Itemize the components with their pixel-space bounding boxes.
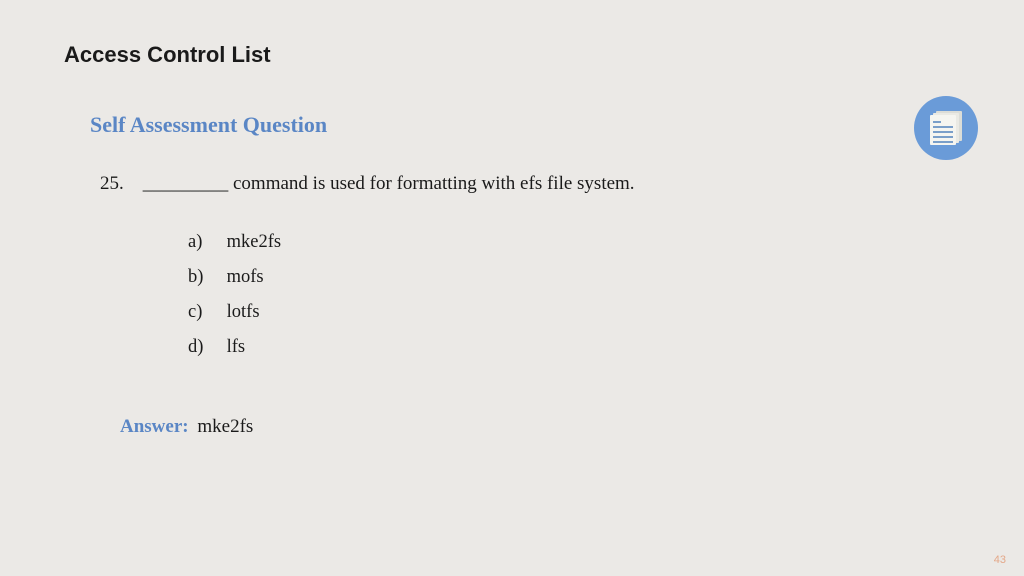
option-text: mofs — [227, 267, 264, 287]
answer-value: mke2fs — [197, 416, 253, 437]
option-letter: c) — [188, 302, 222, 323]
option-d: d) lfs — [188, 337, 281, 358]
page-title: Access Control List — [64, 42, 271, 68]
option-text: mke2fs — [227, 232, 281, 252]
section-title: Self Assessment Question — [90, 112, 327, 138]
page-number: 43 — [994, 554, 1006, 566]
answer-row: Answer: mke2fs — [120, 416, 253, 438]
option-letter: a) — [188, 232, 222, 253]
option-text: lotfs — [227, 302, 260, 322]
option-letter: d) — [188, 337, 222, 358]
question-text: _________ command is used for formatting… — [143, 173, 635, 194]
option-a: a) mke2fs — [188, 232, 281, 253]
option-text: lfs — [227, 337, 246, 357]
question-row: 25. _________ command is used for format… — [100, 173, 635, 195]
options-list: a) mke2fs b) mofs c) lotfs d) lfs — [188, 232, 281, 372]
option-c: c) lotfs — [188, 302, 281, 323]
document-icon — [914, 96, 978, 160]
answer-label: Answer: — [120, 416, 189, 437]
option-letter: b) — [188, 267, 222, 288]
option-b: b) mofs — [188, 267, 281, 288]
question-number: 25. — [100, 173, 124, 194]
